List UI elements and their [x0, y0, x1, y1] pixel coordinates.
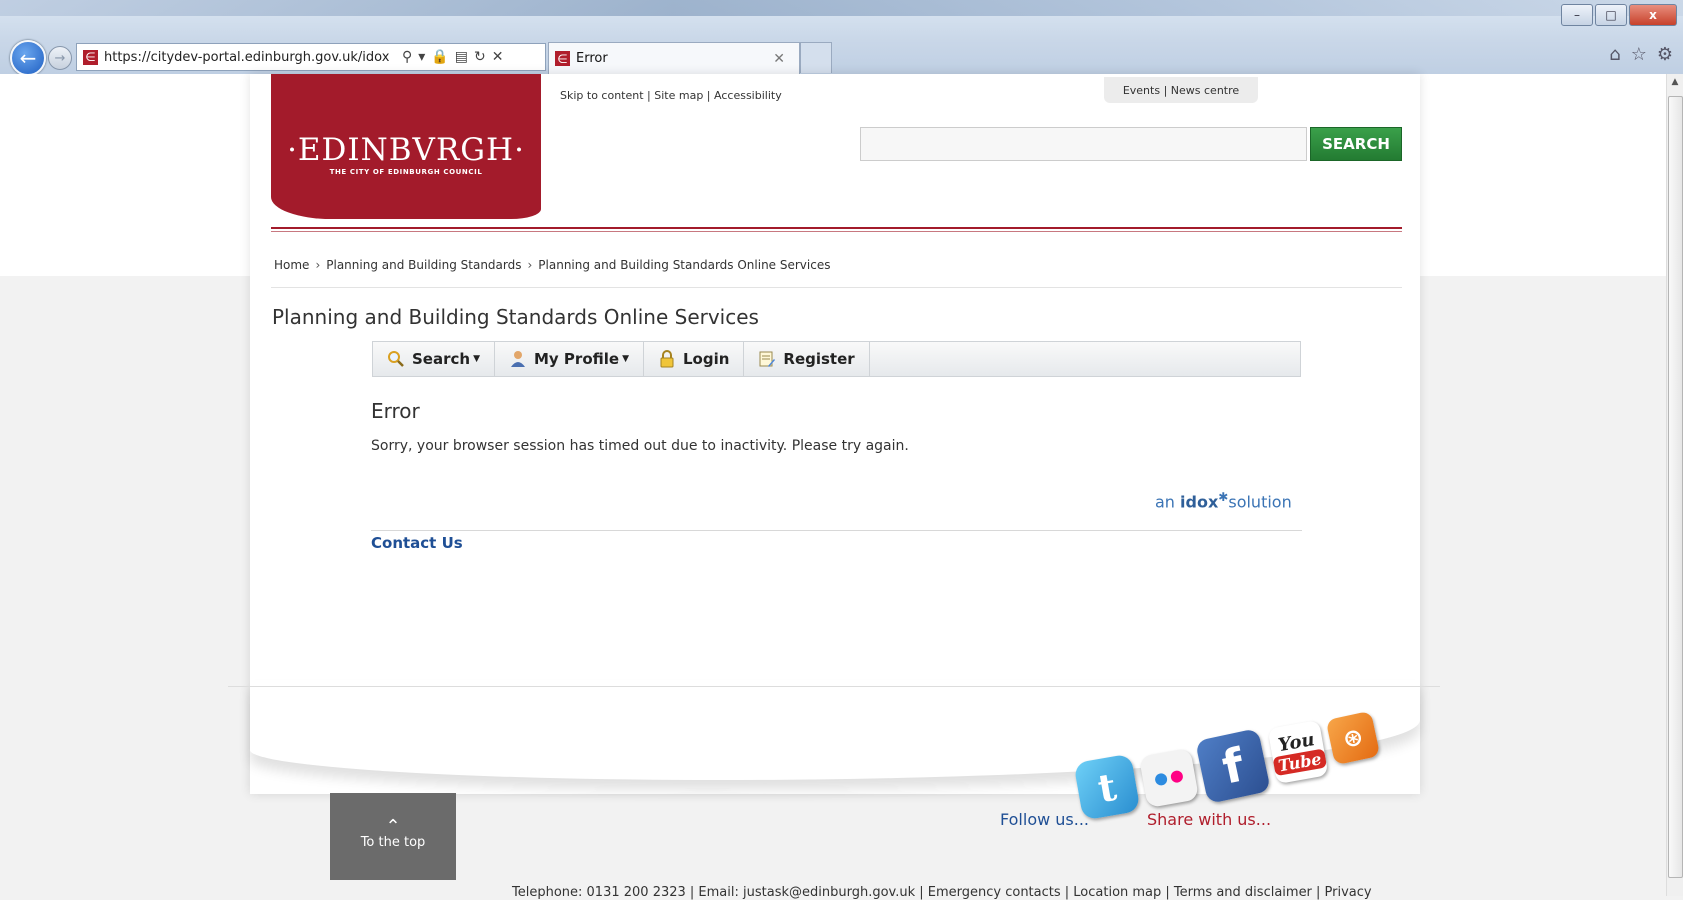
compat-view-icon[interactable]: ▤: [455, 49, 468, 65]
logo-subtitle: THE CITY OF EDINBURGH COUNCIL: [329, 168, 483, 176]
nav-register[interactable]: Register: [744, 342, 870, 376]
chevron-right-icon: ›: [527, 258, 533, 272]
caret-down-icon: ▼: [473, 354, 480, 364]
events-link[interactable]: Events: [1123, 84, 1160, 97]
idox-star-icon: ✱: [1218, 490, 1229, 504]
breadcrumb-divider: [271, 287, 1402, 288]
nav-my-profile-menu[interactable]: My Profile ▼: [495, 342, 644, 376]
breadcrumb-planning[interactable]: Planning and Building Standards: [326, 258, 521, 272]
footer-contact-line: Telephone: 0131 200 2323 | Email: justas…: [512, 885, 1372, 900]
page-title: Planning and Building Standards Online S…: [272, 305, 759, 329]
scroll-up-icon[interactable]: ▲: [1667, 74, 1683, 90]
address-bar[interactable]: ∈ https://citydev-portal.edinburgh.gov.u…: [76, 43, 546, 71]
nav-search-menu[interactable]: Search ▼: [373, 342, 495, 376]
maximize-button[interactable]: □: [1595, 4, 1627, 26]
error-message: Sorry, your browser session has timed ou…: [371, 438, 909, 454]
vertical-scrollbar[interactable]: ▲: [1666, 74, 1683, 896]
lock-icon[interactable]: 🔒: [431, 49, 448, 65]
minimize-button[interactable]: –: [1561, 4, 1593, 26]
nav-login[interactable]: Login: [644, 342, 745, 376]
flickr-icon[interactable]: [1138, 747, 1200, 809]
favorites-star-icon[interactable]: ☆: [1631, 44, 1647, 65]
back-button[interactable]: ←: [10, 40, 46, 76]
user-icon: [509, 350, 527, 368]
search-icon[interactable]: ⚲: [402, 49, 412, 65]
arrow-left-icon: ←: [19, 46, 37, 70]
browser-chrome: – □ x ← → ∈ https://citydev-portal.edinb…: [0, 0, 1683, 76]
breadcrumb-online-services[interactable]: Planning and Building Standards Online S…: [538, 258, 830, 272]
tab-close-icon[interactable]: ✕: [773, 51, 785, 67]
skip-links: Skip to content | Site map | Accessibili…: [560, 89, 782, 102]
services-nav: Search ▼ My Profile ▼ Login Register: [372, 341, 1301, 377]
close-window-button[interactable]: x: [1629, 4, 1677, 26]
top-links: Events | News centre: [1104, 77, 1258, 103]
to-the-top-label: To the top: [360, 835, 426, 850]
nav-register-label: Register: [783, 350, 855, 368]
idox-brand: idox: [1180, 492, 1219, 512]
flickr-pink-dot: [1169, 769, 1184, 784]
idox-post: solution: [1228, 492, 1292, 512]
facebook-icon[interactable]: f: [1195, 728, 1271, 804]
breadcrumb-home[interactable]: Home: [274, 258, 309, 272]
padlock-icon: [658, 350, 676, 368]
follow-us-label[interactable]: Follow us...: [1000, 810, 1089, 829]
search-button[interactable]: SEARCH: [1310, 127, 1402, 161]
footer-divider: [228, 686, 1440, 687]
share-with-us-label[interactable]: Share with us...: [1147, 810, 1271, 829]
chevron-right-icon: ›: [315, 258, 321, 272]
tab-title: Error: [576, 51, 608, 66]
content-divider: [371, 530, 1302, 531]
scroll-thumb[interactable]: [1668, 96, 1683, 878]
nav-login-label: Login: [682, 350, 730, 368]
site-map-link[interactable]: Site map: [654, 89, 703, 102]
refresh-icon[interactable]: ↻: [474, 49, 486, 65]
chevron-up-icon: ⌃: [385, 816, 401, 837]
caret-down-icon: ▼: [622, 354, 629, 364]
logo-wordmark: ·EDINBVRGH·: [287, 132, 525, 168]
address-url[interactable]: https://citydev-portal.edinburgh.gov.uk/…: [104, 50, 396, 65]
idox-pre: an: [1155, 492, 1175, 512]
council-logo[interactable]: ·EDINBVRGH· THE CITY OF EDINBURGH COUNCI…: [271, 74, 541, 219]
error-heading: Error: [371, 399, 420, 423]
gear-icon[interactable]: ⚙: [1657, 44, 1673, 65]
dropdown-icon[interactable]: ▾: [418, 49, 425, 65]
nav-search-label: Search: [412, 350, 471, 368]
register-form-icon: [758, 350, 776, 368]
forward-button[interactable]: →: [48, 46, 72, 70]
to-the-top-button[interactable]: ⌃ To the top: [330, 793, 456, 880]
youtube-icon[interactable]: You Tube: [1267, 719, 1329, 785]
new-tab-button[interactable]: [800, 42, 832, 73]
idox-logo: an idox✱solution: [1155, 490, 1292, 511]
browser-toolbar-icons: ⌂ ☆ ⚙: [1609, 44, 1673, 65]
accessibility-link[interactable]: Accessibility: [714, 89, 782, 102]
header-rule-thin: [271, 231, 1402, 232]
site-favicon-icon: ∈: [83, 49, 98, 65]
nav-my-profile-label: My Profile: [534, 350, 620, 368]
home-icon[interactable]: ⌂: [1609, 44, 1620, 65]
rss-icon[interactable]: ⊛: [1325, 710, 1381, 766]
tab-favicon-icon: ∈: [555, 51, 570, 66]
stop-icon[interactable]: ✕: [492, 49, 504, 65]
news-centre-link[interactable]: News centre: [1171, 84, 1239, 97]
address-tools: ⚲ ▾ 🔒 ▤ ↻ ✕: [402, 49, 503, 65]
flickr-blue-dot: [1154, 772, 1169, 787]
site-search-input[interactable]: [860, 127, 1307, 161]
window-title-strip: [0, 0, 1683, 16]
skip-to-content-link[interactable]: Skip to content: [560, 89, 644, 102]
header-rule: [271, 227, 1402, 229]
magnifier-icon: [387, 350, 405, 368]
contact-us-link[interactable]: Contact Us: [371, 534, 463, 552]
breadcrumb: Home › Planning and Building Standards › Pla…: [274, 258, 830, 272]
window-controls: – □ x: [1561, 4, 1677, 26]
arrow-right-icon: →: [54, 50, 66, 66]
browser-tab[interactable]: ∈ Error ✕: [548, 42, 800, 74]
